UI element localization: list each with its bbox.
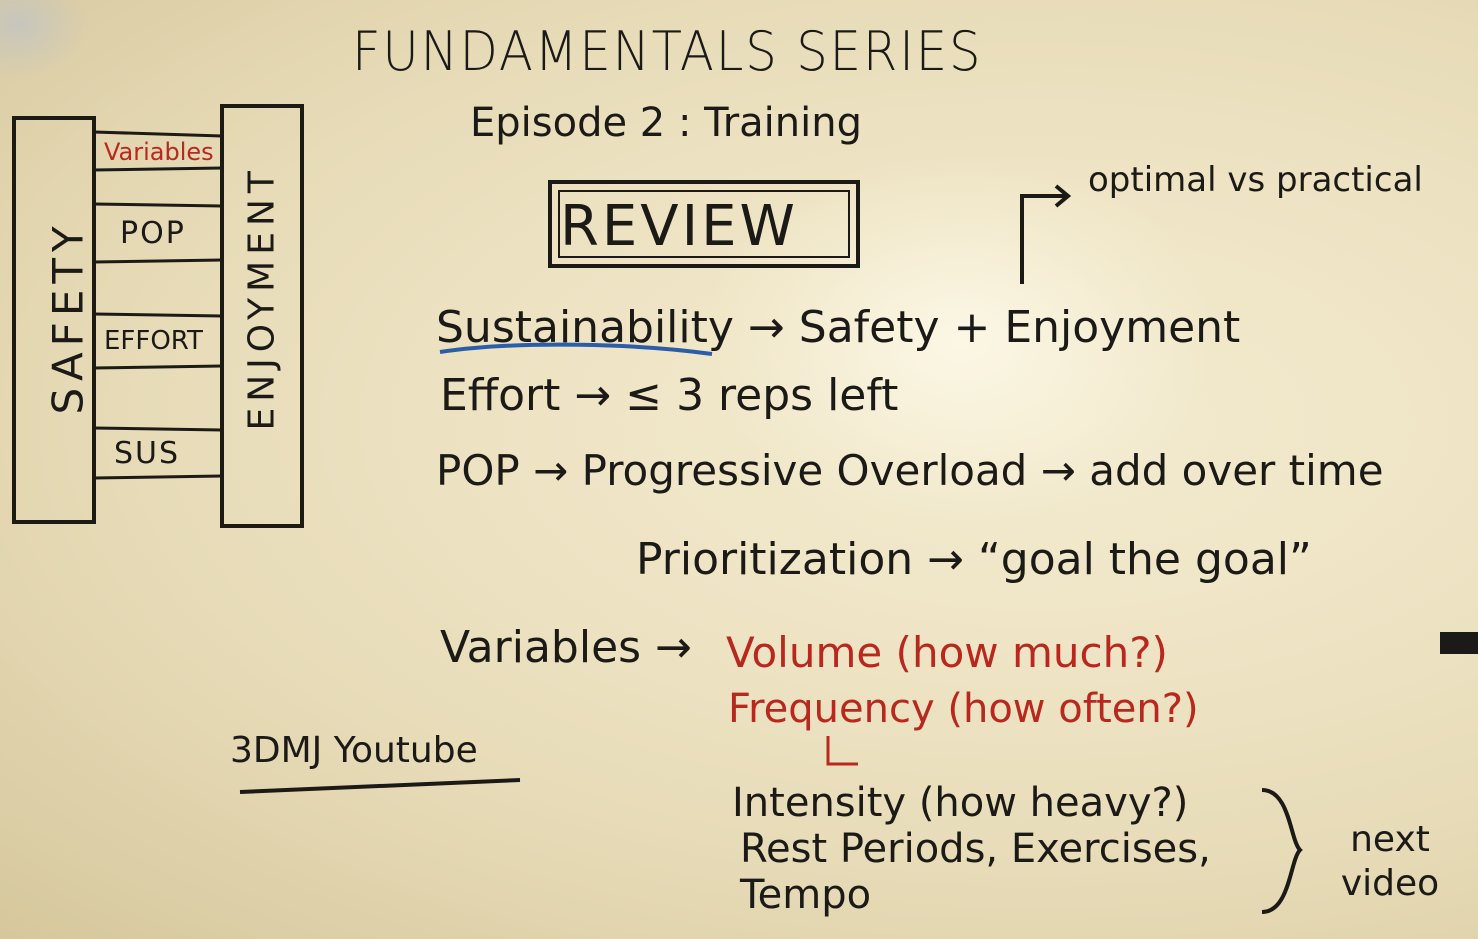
review-heading: REVIEW xyxy=(560,194,798,259)
board-edge-clip xyxy=(1440,632,1478,654)
next-item-tempo: Tempo xyxy=(740,872,872,918)
line-prioritization: Prioritization → “goal the goal” xyxy=(636,534,1312,585)
variable-frequency: Frequency (how often?) xyxy=(728,686,1199,732)
optimal-arrow xyxy=(1020,194,1066,284)
rung-effort: EFFORT xyxy=(104,326,203,356)
credit-3dmj-youtube: 3DMJ Youtube xyxy=(230,730,478,771)
frequency-sub-arrow xyxy=(826,736,858,766)
next-item-rest-exercises: Rest Periods, Exercises, xyxy=(740,826,1211,872)
board-subtitle: Episode 2 : Training xyxy=(470,100,862,146)
ladder-left-label: SAFETY xyxy=(43,220,93,415)
board-title: FUNDAMENTALS SERIES xyxy=(352,20,983,83)
next-video-brace xyxy=(1261,788,1303,914)
line-sustainability: Sustainability → Safety + Enjoyment xyxy=(436,302,1241,353)
ladder-rungs xyxy=(93,130,223,480)
youtube-underline xyxy=(239,778,521,794)
rung-pop: POP xyxy=(120,216,186,251)
note-optimal-vs-practical: optimal vs practical xyxy=(1088,160,1423,200)
rung-variables: Variables xyxy=(104,138,214,166)
ladder-right-label: ENJOYMENT xyxy=(241,165,283,431)
next-item-intensity: Intensity (how heavy?) xyxy=(732,780,1189,826)
rung-sus: SUS xyxy=(114,436,181,471)
line-effort: Effort → ≤ 3 reps left xyxy=(440,370,899,421)
variable-volume: Volume (how much?) xyxy=(726,628,1168,677)
line-pop: POP → Progressive Overload → add over ti… xyxy=(436,446,1384,495)
next-video-label: next video xyxy=(1340,819,1440,904)
line-variables: Variables → xyxy=(440,622,692,673)
